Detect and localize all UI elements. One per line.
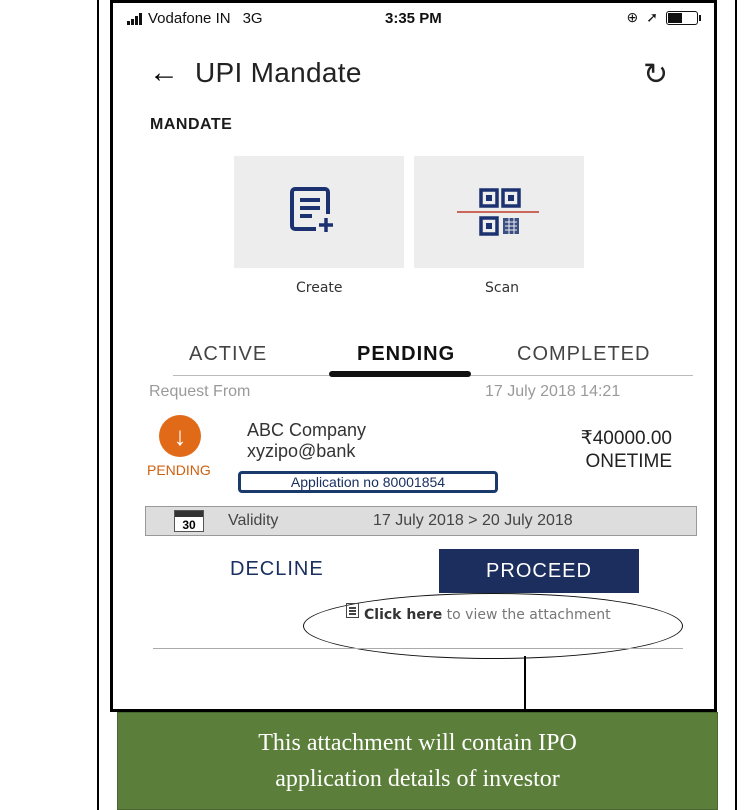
- status-right: ⊕ ➚: [626, 9, 701, 26]
- page-title: UPI Mandate: [195, 57, 362, 88]
- frequency: ONETIME: [585, 451, 672, 472]
- amount-info: ₹40000.00 ONETIME: [546, 427, 672, 473]
- proceed-button[interactable]: PROCEED: [439, 549, 639, 593]
- create-label: Create: [296, 280, 343, 296]
- status-badge: PENDING: [147, 462, 211, 478]
- app-header: ← UPI Mandate: [149, 57, 362, 89]
- highlight-ellipse: [303, 593, 683, 659]
- calendar-icon: 30: [174, 510, 204, 532]
- scan-tile[interactable]: [414, 156, 584, 268]
- callout-line-1: This attachment will contain IPO: [258, 730, 577, 756]
- amount-value: ₹40000.00: [580, 428, 672, 449]
- arrow-left-icon[interactable]: ←: [149, 58, 179, 88]
- document-plus-icon: [290, 187, 336, 234]
- section-title: MANDATE: [150, 116, 233, 133]
- phone-screenshot: Vodafone IN 3G 3:35 PM ⊕ ➚ ← UPI Mandate…: [110, 0, 717, 712]
- upi-id: xyzipo@bank: [247, 441, 356, 461]
- validity-label: Validity: [228, 512, 279, 529]
- application-number: Application no 80001854: [238, 471, 498, 493]
- table-border-left: [97, 0, 99, 810]
- tab-pending[interactable]: PENDING: [357, 343, 455, 366]
- validity-bar: 30 Validity 17 July 2018 > 20 July 2018: [145, 506, 697, 536]
- callout-box: This attachment will contain IPO applica…: [117, 712, 718, 810]
- attachment-link-bold: Click here: [364, 607, 443, 623]
- attachment-link-rest: to view the attachment: [442, 607, 611, 623]
- carrier-name: Vodafone IN: [148, 10, 231, 27]
- status-bar: Vodafone IN 3G 3:35 PM ⊕ ➚: [113, 3, 714, 39]
- status-left: Vodafone IN 3G: [127, 10, 263, 27]
- company-name: ABC Company: [247, 420, 367, 440]
- network-type: 3G: [242, 10, 263, 27]
- tab-indicator: [329, 371, 471, 377]
- attachment-icon[interactable]: [346, 603, 359, 618]
- tab-completed[interactable]: COMPLETED: [517, 343, 650, 366]
- table-border-right: [735, 0, 737, 810]
- alarm-icon: ⊕: [626, 9, 639, 25]
- create-tile[interactable]: [234, 156, 404, 268]
- status-time: 3:35 PM: [385, 10, 442, 27]
- payee-info: ABC Company xyzipo@bank: [247, 420, 366, 462]
- decline-button[interactable]: DECLINE: [230, 558, 324, 581]
- scan-label: Scan: [485, 280, 520, 296]
- battery-icon: [666, 10, 701, 25]
- qr-code-icon: [457, 188, 539, 236]
- tab-active[interactable]: ACTIVE: [189, 343, 267, 366]
- divider: [153, 648, 683, 649]
- refresh-icon[interactable]: ↻: [643, 57, 668, 92]
- location-icon: ➚: [646, 9, 658, 25]
- callout-line-2: application details of investor: [275, 766, 560, 792]
- request-datetime: 17 July 2018 14:21: [485, 383, 621, 400]
- request-from-label: Request From: [149, 383, 251, 400]
- validity-range: 17 July 2018 > 20 July 2018: [373, 512, 573, 529]
- tab-bar: ACTIVE PENDING COMPLETED: [113, 343, 714, 373]
- signal-icon: [127, 12, 142, 25]
- arrow-down-icon: ↓: [159, 415, 201, 457]
- attachment-link[interactable]: Click here to view the attachment: [364, 607, 611, 623]
